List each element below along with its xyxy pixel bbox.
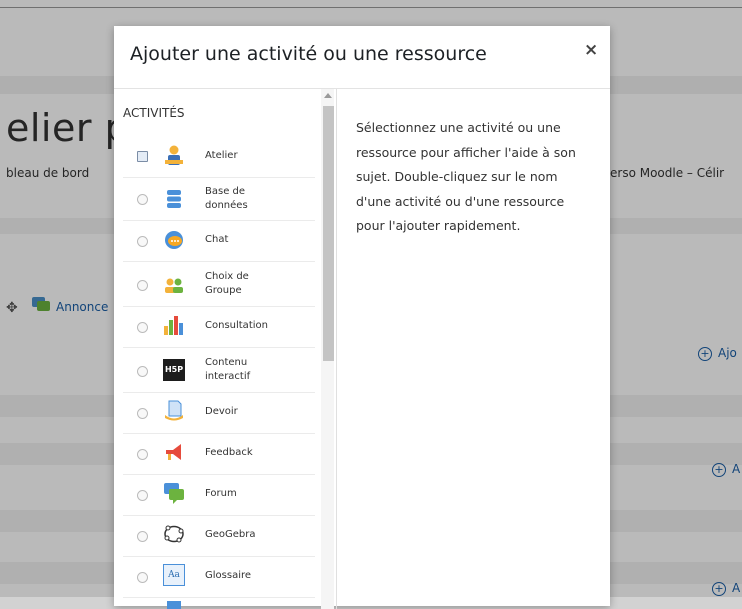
scrollbar-thumb[interactable] xyxy=(323,106,334,361)
activity-list-panel: ACTIVITÉS Atelier Base de données Chat C… xyxy=(114,89,337,609)
radio-button[interactable] xyxy=(137,572,148,583)
assignment-icon xyxy=(165,400,183,421)
activity-label: Consultation xyxy=(205,320,268,331)
activity-option[interactable]: Forum xyxy=(123,475,315,516)
activity-option[interactable]: Consultation xyxy=(123,307,315,348)
activities-header: ACTIVITÉS xyxy=(123,106,185,120)
megaphone-icon xyxy=(166,444,181,460)
activity-option[interactable]: Choix de Groupe xyxy=(123,262,315,307)
radio-button[interactable] xyxy=(137,366,148,377)
radio-button[interactable] xyxy=(137,531,148,542)
activity-option[interactable]: Devoir xyxy=(123,393,315,434)
scroll-up-icon[interactable] xyxy=(324,93,332,98)
radio-button[interactable] xyxy=(137,194,148,205)
forum-icon xyxy=(164,483,184,504)
glossary-icon: Aa xyxy=(163,564,185,586)
consultation-chart-icon xyxy=(164,316,183,335)
radio-button[interactable] xyxy=(137,490,148,501)
activity-label: Feedback xyxy=(205,447,253,458)
activity-option[interactable]: GeoGebra xyxy=(123,516,315,557)
h5p-icon: H5P xyxy=(163,359,185,381)
activity-label: Glossaire xyxy=(205,570,252,581)
activity-label: Atelier xyxy=(205,150,238,161)
help-text: Sélectionnez une activité ou une ressour… xyxy=(356,120,576,233)
workshop-icon xyxy=(165,145,183,165)
activity-label: Devoir xyxy=(205,406,238,417)
close-icon[interactable]: × xyxy=(584,40,598,60)
group-choice-icon xyxy=(165,278,183,293)
dialog-header: Ajouter une activité ou une ressource × xyxy=(114,26,610,89)
radio-button[interactable] xyxy=(137,449,148,460)
radio-button[interactable] xyxy=(137,408,148,419)
geogebra-icon xyxy=(164,525,184,543)
activity-option[interactable]: H5P Contenu interactif xyxy=(123,348,315,393)
scrollbar[interactable] xyxy=(321,89,334,609)
activity-option[interactable]: Base de données xyxy=(123,178,315,221)
activity-option[interactable]: Chat xyxy=(123,221,315,262)
radio-button[interactable] xyxy=(137,280,148,291)
activity-option[interactable]: Aa Glossaire xyxy=(123,557,315,598)
activity-label: Contenu interactif xyxy=(205,357,251,382)
activity-label: Base de données xyxy=(205,186,248,211)
database-icon xyxy=(167,190,181,208)
chat-icon xyxy=(165,231,183,249)
activity-label: Forum xyxy=(205,488,237,499)
activity-option[interactable]: Feedback xyxy=(123,434,315,475)
selected-radio[interactable] xyxy=(137,151,148,162)
radio-button[interactable] xyxy=(137,236,148,247)
activity-label: Choix de Groupe xyxy=(205,271,249,296)
radio-button[interactable] xyxy=(137,322,148,333)
activity-option[interactable] xyxy=(123,598,315,609)
activity-label: Chat xyxy=(205,234,229,245)
dialog-title: Ajouter une activité ou une ressource xyxy=(130,43,487,65)
activity-label: GeoGebra xyxy=(205,529,256,540)
activity-option[interactable]: Atelier xyxy=(123,133,315,178)
activity-icon xyxy=(167,601,181,609)
add-activity-dialog: Ajouter une activité ou une ressource × … xyxy=(114,26,610,609)
